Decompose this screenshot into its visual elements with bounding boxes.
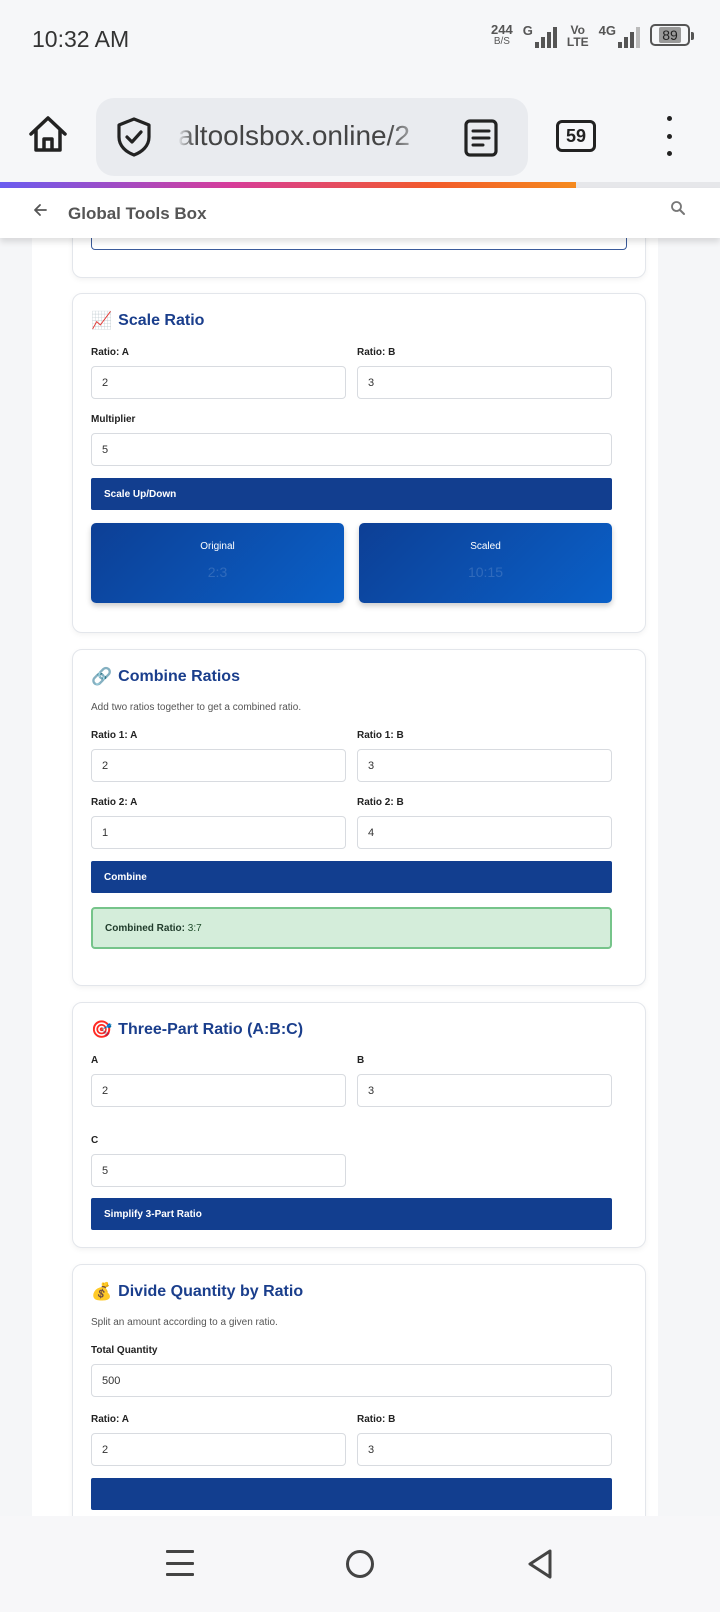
ratio-b-input[interactable]: 3 <box>357 366 612 399</box>
three-part-ratio-card: 🎯 Three-Part Ratio (A:B:C) A B 2 3 C 5 S… <box>72 1002 646 1248</box>
divide-ratio-b-input[interactable]: 3 <box>357 1433 612 1466</box>
divide-quantity-heading: 💰 Divide Quantity by Ratio <box>91 1282 303 1302</box>
signal-bars-icon <box>618 24 640 48</box>
part-c-label: C <box>91 1135 99 1146</box>
combine-ratios-title: Combine Ratios <box>118 668 240 685</box>
shield-check-icon[interactable] <box>114 116 154 163</box>
network-speed-unit: B/S <box>493 36 510 47</box>
scale-ratio-title: Scale Ratio <box>118 312 205 329</box>
home-circle-icon[interactable] <box>346 1550 374 1578</box>
multiplier-input[interactable]: 5 <box>91 433 612 466</box>
divide-button[interactable] <box>91 1478 612 1510</box>
ratio-2b-label: Ratio 2: B <box>357 797 404 808</box>
network-speed: 244 B/S <box>491 22 513 48</box>
ratio-a-label: Ratio: A <box>91 347 129 358</box>
previous-tool-card <box>72 238 646 278</box>
recent-apps-icon[interactable] <box>166 1550 194 1576</box>
divide-ratio-a-input[interactable]: 2 <box>91 1433 346 1466</box>
divide-quantity-card: 💰 Divide Quantity by Ratio Split an amou… <box>72 1264 646 1516</box>
divide-ratio-b-label: Ratio: B <box>357 1414 396 1425</box>
browser-toolbar: altoolsbox.online/2 59 <box>0 84 720 182</box>
target-icon: 🎯 <box>91 1020 113 1039</box>
search-icon[interactable] <box>670 200 686 221</box>
divide-ratio-a-label: Ratio: A <box>91 1414 129 1425</box>
reader-mode-icon[interactable] <box>462 118 500 163</box>
combined-ratio-result: Combined Ratio: 3:7 <box>91 907 612 949</box>
part-b-input[interactable]: 3 <box>357 1074 612 1107</box>
battery-level: 89 <box>659 27 681 43</box>
combine-ratios-heading: 🔗 Combine Ratios <box>91 667 240 687</box>
url-text[interactable]: altoolsbox.online/2 <box>178 120 428 152</box>
chart-increasing-icon: 📈 <box>91 311 113 330</box>
part-a-label: A <box>91 1055 99 1066</box>
link-icon: 🔗 <box>91 667 113 686</box>
back-triangle-icon[interactable] <box>526 1548 554 1585</box>
volte-indicator: Vo LTE <box>567 24 589 48</box>
system-nav-bar <box>0 1516 720 1612</box>
site-header: Global Tools Box <box>0 188 720 238</box>
status-icons: 244 B/S G Vo LTE 4G 89 <box>491 22 694 48</box>
combine-button[interactable]: Combine <box>91 861 612 893</box>
multiplier-label: Multiplier <box>91 414 136 425</box>
divide-quantity-title: Divide Quantity by Ratio <box>118 1283 304 1300</box>
original-label: Original <box>200 541 235 552</box>
ratio-1a-input[interactable]: 2 <box>91 749 346 782</box>
url-bar[interactable]: altoolsbox.online/2 <box>96 98 528 176</box>
main-content: 📈 Scale Ratio Ratio: A Ratio: B 2 3 Mult… <box>32 238 658 1516</box>
ratio-1a-label: Ratio 1: A <box>91 730 138 741</box>
home-icon[interactable] <box>26 112 70 156</box>
simplify-three-part-button[interactable]: Simplify 3-Part Ratio <box>91 1198 612 1230</box>
combined-ratio-value: 3:7 <box>187 923 202 934</box>
ratio-2a-label: Ratio 2: A <box>91 797 138 808</box>
tab-count-button[interactable]: 59 <box>556 120 596 152</box>
total-quantity-input[interactable]: 500 <box>91 1364 612 1397</box>
ratio-1b-label: Ratio 1: B <box>357 730 404 741</box>
scaled-label: Scaled <box>470 541 501 552</box>
part-c-input[interactable]: 5 <box>91 1154 346 1187</box>
volte-label-bottom: LTE <box>566 35 589 49</box>
network-type-4g: 4G <box>598 23 616 38</box>
scale-button[interactable]: Scale Up/Down <box>91 478 612 510</box>
status-time: 10:32 AM <box>32 26 130 52</box>
scaled-value: 10:15 <box>467 564 504 580</box>
site-title[interactable]: Global Tools Box <box>68 204 207 224</box>
three-part-ratio-heading: 🎯 Three-Part Ratio (A:B:C) <box>91 1020 303 1040</box>
signal-1: G <box>523 24 557 48</box>
total-quantity-label: Total Quantity <box>91 1345 158 1356</box>
scale-ratio-heading: 📈 Scale Ratio <box>91 311 204 331</box>
arrow-left-icon[interactable] <box>32 202 48 223</box>
ratio-b-label: Ratio: B <box>357 347 396 358</box>
original-value: 2:3 <box>207 564 228 580</box>
part-b-label: B <box>357 1055 365 1066</box>
combine-ratios-card: 🔗 Combine Ratios Add two ratios together… <box>72 649 646 986</box>
signal-bars-icon <box>534 24 557 48</box>
ratio-1b-input[interactable]: 3 <box>357 749 612 782</box>
network-type-g: G <box>522 23 533 38</box>
scale-ratio-card: 📈 Scale Ratio Ratio: A Ratio: B 2 3 Mult… <box>72 293 646 633</box>
signal-2: 4G <box>599 24 640 48</box>
previous-input[interactable] <box>91 238 627 250</box>
part-a-input[interactable]: 2 <box>91 1074 346 1107</box>
money-bag-icon: 💰 <box>91 1282 113 1301</box>
ratio-a-input[interactable]: 2 <box>91 366 346 399</box>
battery-icon: 89 <box>650 24 694 46</box>
combine-ratios-description: Add two ratios together to get a combine… <box>91 702 302 713</box>
original-result-box: Original 2:3 <box>91 523 344 603</box>
status-bar: 10:32 AM 244 B/S G Vo LTE 4G 89 <box>0 0 720 84</box>
more-menu-icon[interactable] <box>662 116 676 156</box>
ratio-2a-input[interactable]: 1 <box>91 816 346 849</box>
scaled-result-box: Scaled 10:15 <box>359 523 612 603</box>
three-part-ratio-title: Three-Part Ratio (A:B:C) <box>118 1021 304 1038</box>
ratio-2b-input[interactable]: 4 <box>357 816 612 849</box>
combined-ratio-label: Combined Ratio: <box>105 923 185 934</box>
network-speed-value: 244 <box>491 22 513 37</box>
divide-quantity-description: Split an amount according to a given rat… <box>91 1317 278 1328</box>
